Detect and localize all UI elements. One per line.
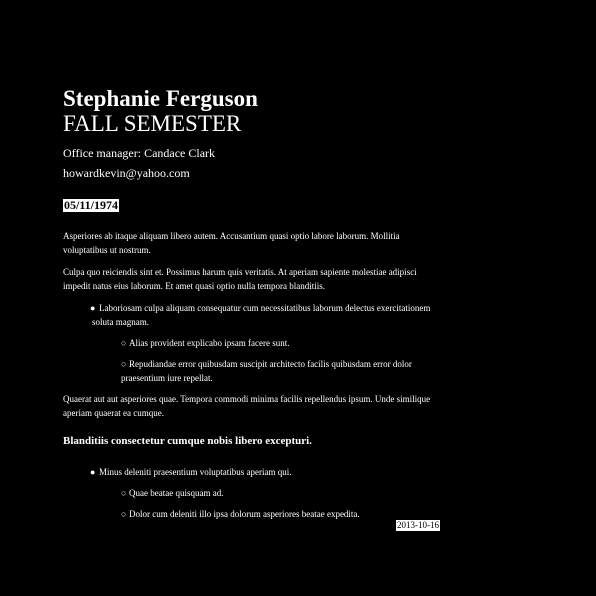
- document-page: Stephanie Ferguson FALL SEMESTER Office …: [63, 86, 443, 528]
- paragraph-2: Culpa quo reiciendis sint et. Possimus h…: [63, 267, 417, 291]
- filled-bullet-icon: ●: [90, 303, 96, 313]
- header-date-badge: 05/11/1974: [63, 198, 120, 212]
- list-item-text: Dolor cum deleniti illo ipsa dolorum asp…: [129, 509, 360, 519]
- section-heading: Blanditiis consectetur cumque nobis libe…: [63, 435, 312, 447]
- list-item-text: Alias provident explicabo ipsam facere s…: [129, 338, 290, 348]
- footer-date-badge: 2013-10-16: [396, 520, 440, 531]
- hollow-bullet-icon: ○: [121, 359, 127, 369]
- paragraph-3: Quaerat aut aut asperiores quae. Tempora…: [63, 394, 431, 418]
- author-name: Stephanie Ferguson: [63, 86, 258, 111]
- bullet-list-2: ● Minus deleniti praesentium voluptatibus…: [63, 465, 443, 521]
- list-item: ○ Alias provident explicabo ipsam facere …: [63, 336, 443, 350]
- list-item: ● Minus deleniti praesentium voluptatibus…: [63, 465, 443, 479]
- filled-bullet-icon: ●: [90, 467, 96, 477]
- list-item-text: Laboriosam culpa aliquam consequatur cum…: [92, 303, 431, 327]
- hollow-bullet-icon: ○: [121, 488, 127, 498]
- paragraph-1: Asperiores ab itaque aliquam libero aute…: [63, 231, 400, 255]
- list-item-text: Repudiandae error quibusdam suscipit arc…: [121, 359, 412, 383]
- document-subtitle: FALL SEMESTER: [63, 111, 242, 136]
- list-item-text: Minus deleniti praesentium voluptatibus …: [99, 467, 292, 477]
- list-item: ○ Dolor cum deleniti illo ipsa dolorum as…: [63, 507, 443, 521]
- office-manager: Office manager: Candace Clark: [63, 146, 216, 160]
- list-item: ○ Quae beatae quisquam ad.: [63, 486, 443, 500]
- list-item-text: Quae beatae quisquam ad.: [129, 488, 224, 498]
- list-item: ● Laboriosam culpa aliquam consequatur cu…: [63, 301, 443, 329]
- hollow-bullet-icon: ○: [121, 338, 127, 348]
- hollow-bullet-icon: ○: [121, 509, 127, 519]
- bullet-list-1: ● Laboriosam culpa aliquam consequatur cu…: [63, 301, 443, 385]
- email-address: howardkevin@yahoo.com: [63, 166, 190, 180]
- list-item: ○ Repudiandae error quibusdam suscipit ar…: [63, 357, 443, 385]
